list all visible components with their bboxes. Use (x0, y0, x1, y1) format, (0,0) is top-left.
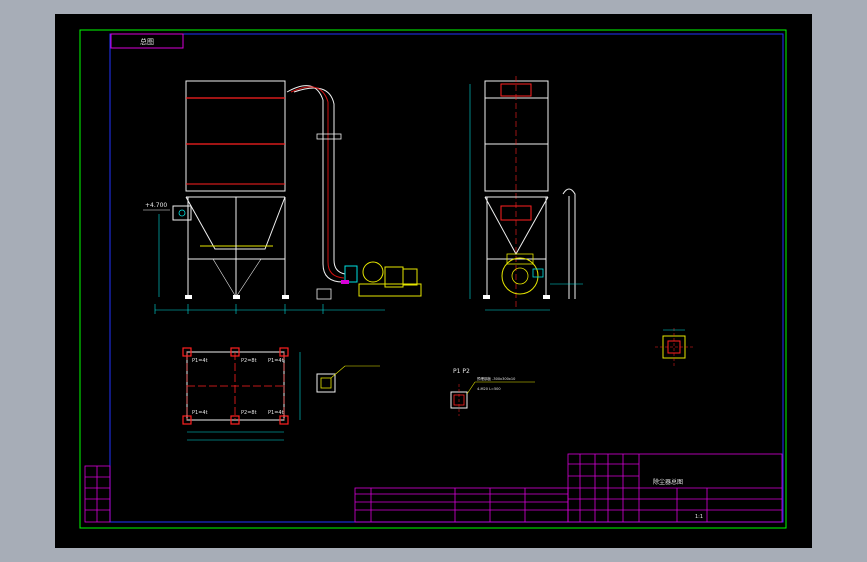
cad-drawing: 总图 +4.700 P1=4t P2=8t P1=4t P1=4t P2=8t … (79, 29, 787, 529)
front-elevation-view: +4.700 (143, 80, 422, 314)
side-elevation-view (469, 76, 583, 311)
embed-detail: P1 P2 预埋钢板 -300x300x10 4-M20 L=500 (450, 328, 693, 416)
cad-viewport[interactable]: 总图 +4.700 P1=4t P2=8t P1=4t P1=4t P2=8t … (55, 14, 812, 548)
plan-point-bm: P2=8t (241, 410, 257, 416)
title-block (354, 453, 783, 523)
title-block-scale: 1:1 (695, 514, 703, 520)
detail-title: P1 P2 (453, 368, 470, 375)
corner-tag-text: 总图 (140, 37, 154, 46)
plan-point-bl: P1=4t (192, 410, 208, 416)
title-block-name: 除尘器总图 (653, 478, 683, 486)
left-strip-table (84, 465, 111, 523)
plan-point-tl: P1=4t (192, 358, 208, 364)
detail-note-2: 4-M20 L=500 (477, 387, 501, 391)
plan-point-tr: P1=4t (268, 358, 284, 364)
inner-frame (109, 33, 784, 523)
detail-note-1: 预埋钢板 -300x300x10 (477, 376, 515, 381)
plan-point-tm: P2=8t (241, 358, 257, 364)
elevation-mark: +4.700 (145, 202, 167, 209)
foundation-plan: P1=4t P2=8t P1=4t P1=4t P2=8t P1=4t (182, 347, 380, 441)
plan-point-br: P1=4t (268, 410, 284, 416)
